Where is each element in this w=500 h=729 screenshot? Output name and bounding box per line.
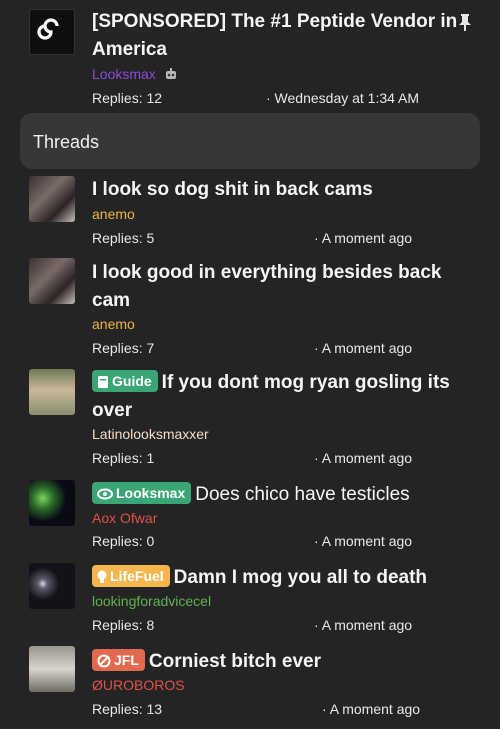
thread-title[interactable]: Guide If you dont mog ryan gosling its o…	[92, 369, 466, 425]
avatar[interactable]	[29, 176, 75, 222]
thread-title[interactable]: JFL Corniest bitch ever	[92, 648, 466, 676]
robot-icon	[165, 68, 176, 79]
thread-time: · A moment ago	[314, 230, 413, 246]
thread-time: · A moment ago	[314, 450, 413, 466]
reply-count: Replies: 0	[92, 533, 155, 549]
pin-icon	[459, 14, 471, 31]
forum-label: Looksmax	[92, 66, 156, 82]
thread-title[interactable]: Looksmax Does chico have testicles	[92, 481, 466, 509]
thread-time: · A moment ago	[314, 617, 413, 633]
thread-time: · A moment ago	[314, 340, 413, 356]
avatar[interactable]	[29, 563, 75, 609]
section-label: Threads	[33, 132, 100, 152]
infinity-logo-icon	[37, 18, 59, 40]
reply-count: Replies: 13	[92, 701, 163, 717]
sponsored-title[interactable]: [SPONSORED] The #1 Peptide Vendor in Ame…	[92, 8, 460, 64]
title-text: Damn I mog you all to death	[173, 567, 428, 588]
reply-count: Replies: 5	[92, 230, 155, 246]
thread-title[interactable]: I look good in everything besides back c…	[92, 259, 466, 315]
eye-icon	[97, 488, 113, 500]
title-text: Corniest bitch ever	[148, 651, 321, 672]
reply-count: Replies: 7	[92, 340, 155, 356]
prefix-label: LifeFuel	[110, 568, 164, 584]
prefix-badge-looksmax[interactable]: Looksmax	[92, 482, 192, 504]
avatar[interactable]	[29, 258, 75, 304]
thread-title[interactable]: I look so dog shit in back cams	[92, 176, 466, 204]
thread-time: · A moment ago	[322, 701, 421, 717]
prefix-label: Guide	[112, 373, 152, 389]
lightbulb-icon	[97, 570, 107, 583]
thread-author[interactable]: anemo	[92, 315, 135, 333]
avatar[interactable]	[29, 480, 75, 526]
reply-count: Replies: 8	[92, 617, 155, 633]
prefix-badge-jfl[interactable]: JFL	[92, 649, 145, 671]
prefix-label: JFL	[114, 652, 139, 668]
avatar[interactable]	[29, 646, 75, 692]
title-text: Does chico have testicles	[195, 484, 410, 505]
book-icon	[98, 376, 108, 388]
prefix-badge-lifefuel[interactable]: LifeFuel	[92, 565, 170, 587]
avatar[interactable]	[29, 369, 75, 415]
prefix-badge-guide[interactable]: Guide	[92, 370, 158, 392]
threads-section-header: Threads	[20, 113, 480, 169]
thread-author[interactable]: ØUROBOROS	[92, 676, 185, 694]
thread-author[interactable]: anemo	[92, 205, 135, 223]
sponsor-logo-avatar[interactable]	[29, 9, 75, 55]
thread-title[interactable]: LifeFuel Damn I mog you all to death	[92, 564, 466, 592]
thread-time: · A moment ago	[314, 533, 413, 549]
no-entry-icon	[97, 654, 111, 668]
thread-author[interactable]: Latinolooksmaxxer	[92, 425, 209, 443]
prefix-label: Looksmax	[116, 485, 186, 501]
reply-count: Replies: 1	[92, 450, 155, 466]
thread-author[interactable]: lookingforadvicecel	[92, 592, 211, 610]
thread-time: · Wednesday at 1:34 AM	[266, 90, 420, 106]
thread-author[interactable]: Aox Ofwar	[92, 509, 157, 527]
sponsored-forum-link[interactable]: Looksmax	[92, 65, 178, 83]
reply-count: Replies: 12	[92, 90, 163, 106]
